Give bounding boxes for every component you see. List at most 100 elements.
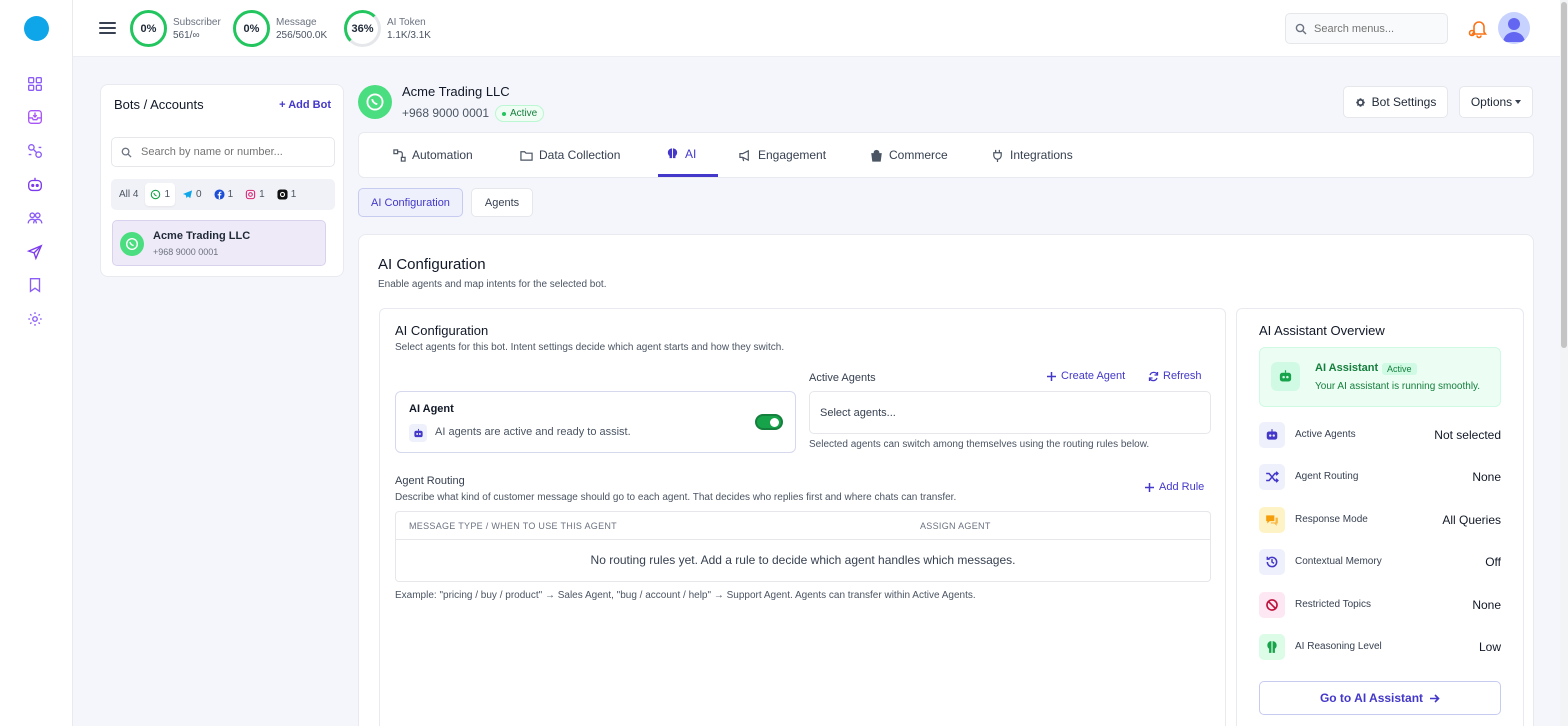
- stat-value: 561/∞: [173, 29, 200, 41]
- stat-label: Message: [276, 16, 317, 28]
- create-agent-button[interactable]: Create Agent: [1046, 370, 1125, 382]
- active-agents-label: Active Agents: [809, 372, 876, 384]
- page-scrollbar[interactable]: [1560, 0, 1568, 726]
- stat-message: 0% Message 256/500.0K: [233, 10, 327, 47]
- flow-icon[interactable]: [25, 141, 45, 161]
- whatsapp-icon: [120, 232, 144, 256]
- filter-all[interactable]: All 4: [114, 183, 143, 206]
- tab-commerce[interactable]: Commerce: [862, 133, 956, 177]
- filter-facebook[interactable]: 1: [209, 183, 239, 206]
- stat-label: AI Token: [387, 16, 426, 28]
- settings-icon[interactable]: [25, 309, 45, 329]
- subscriber-progress-ring: 0%: [130, 10, 167, 47]
- status-badge: Active: [495, 105, 545, 122]
- agent-routing-label: Agent Routing: [395, 475, 465, 487]
- robot-icon: [1271, 362, 1300, 391]
- filter-whatsapp[interactable]: 1: [145, 183, 176, 206]
- app-logo[interactable]: [24, 16, 49, 41]
- config-panel: AI Configuration Select agents for this …: [379, 308, 1226, 726]
- bot-icon[interactable]: [25, 175, 45, 195]
- subtab-agents[interactable]: Agents: [471, 188, 533, 217]
- overview-row-response-mode: Response Mode All Queries: [1259, 507, 1501, 533]
- bot-search-input[interactable]: [141, 146, 321, 158]
- notification-bell-icon[interactable]: [1468, 17, 1488, 39]
- arrow-right-icon: [1430, 693, 1440, 703]
- folder-icon: [520, 150, 533, 161]
- bot-list-item[interactable]: Acme Trading LLC +968 9000 0001: [112, 220, 326, 266]
- tab-data-collection[interactable]: Data Collection: [512, 133, 628, 177]
- add-bot-label: Add Bot: [288, 99, 331, 111]
- telegram-icon: [182, 190, 193, 199]
- inbox-icon[interactable]: [25, 107, 45, 127]
- overview-row-agent-routing: Agent Routing None: [1259, 464, 1501, 490]
- caret-down-icon: [1515, 100, 1522, 104]
- filter-telegram[interactable]: 0: [177, 183, 207, 206]
- bookmark-icon[interactable]: [25, 275, 45, 295]
- filter-threads[interactable]: 1: [272, 183, 302, 206]
- robot-icon: [1259, 422, 1285, 448]
- plus-icon: [1047, 371, 1056, 381]
- tab-ai[interactable]: AI: [658, 133, 718, 177]
- scrollbar-thumb[interactable]: [1561, 2, 1567, 348]
- overview-title: AI Assistant Overview: [1259, 323, 1385, 338]
- ai-configuration-card: AI Configuration Enable agents and map i…: [358, 234, 1534, 726]
- bots-panel-title: Bots / Accounts: [114, 97, 204, 112]
- gear-icon: [1355, 97, 1365, 107]
- plus-icon: [1145, 482, 1154, 492]
- menu-search-input[interactable]: [1314, 22, 1444, 35]
- agents-select-hint: Selected agents can switch among themsel…: [809, 439, 1150, 450]
- go-to-ai-assistant-button[interactable]: Go to AI Assistant: [1259, 681, 1501, 715]
- menu-toggle-icon[interactable]: [99, 19, 116, 37]
- user-avatar[interactable]: [1498, 12, 1530, 44]
- bot-search[interactable]: [111, 137, 335, 167]
- add-rule-button[interactable]: Add Rule: [1144, 481, 1204, 493]
- assistant-status-title: AI Assistant: [1315, 362, 1379, 374]
- stat-subscriber: 0% Subscriber 561/∞: [130, 10, 221, 47]
- megaphone-icon: [739, 149, 749, 161]
- overview-row-ai-reasoning-level: AI Reasoning Level Low: [1259, 634, 1501, 660]
- filter-instagram[interactable]: 1: [240, 183, 270, 206]
- dashboard-icon[interactable]: [25, 74, 45, 94]
- stat-value: 1.1K/3.1K: [387, 29, 431, 41]
- users-icon[interactable]: [25, 208, 45, 228]
- feature-tabs: Automation Data Collection AI Engagement…: [358, 132, 1534, 178]
- bot-settings-button[interactable]: Bot Settings: [1343, 86, 1448, 118]
- options-label: Options: [1470, 95, 1513, 109]
- ai-agent-card: AI Agent AI agents are active and ready …: [395, 391, 796, 453]
- section-title: AI Configuration: [378, 256, 486, 273]
- automation-icon: [393, 148, 406, 162]
- ai-assistant-overview: AI Assistant Overview AI Assistant Activ…: [1236, 308, 1524, 726]
- add-bot-button[interactable]: + Add Bot: [279, 99, 331, 111]
- routing-example: Example: "pricing / buy / product" → Sal…: [395, 590, 976, 601]
- menu-search[interactable]: [1285, 13, 1448, 44]
- tab-automation[interactable]: Automation: [385, 133, 481, 177]
- agents-select[interactable]: Select agents...: [809, 391, 1211, 434]
- facebook-icon: [214, 189, 225, 200]
- subtab-ai-configuration[interactable]: AI Configuration: [358, 188, 463, 217]
- routing-table: MESSAGE TYPE / WHEN TO USE THIS AGENT AS…: [395, 511, 1211, 582]
- history-icon: [1259, 549, 1285, 575]
- assistant-status-badge: Active: [1382, 363, 1417, 375]
- search-icon: [1295, 23, 1307, 34]
- robot-icon: [409, 424, 427, 442]
- sidebar: [0, 0, 73, 726]
- options-dropdown[interactable]: Options: [1459, 86, 1533, 118]
- assistant-status-desc: Your AI assistant is running smoothly.: [1315, 381, 1481, 392]
- send-icon[interactable]: [25, 242, 45, 262]
- routing-table-header: MESSAGE TYPE / WHEN TO USE THIS AGENT AS…: [396, 512, 1210, 540]
- shuffle-icon: [1259, 464, 1285, 490]
- tab-engagement[interactable]: Engagement: [731, 133, 834, 177]
- bots-panel: Bots / Accounts + Add Bot All 4 1 0 1 1 …: [100, 84, 344, 277]
- section-subtitle: Enable agents and map intents for the se…: [378, 279, 607, 290]
- message-progress-ring: 0%: [233, 10, 270, 47]
- tab-integrations[interactable]: Integrations: [983, 133, 1081, 177]
- refresh-button[interactable]: Refresh: [1148, 370, 1202, 382]
- column-message-type: MESSAGE TYPE / WHEN TO USE THIS AGENT: [409, 521, 617, 531]
- stat-value: 256/500.0K: [276, 29, 328, 41]
- whatsapp-icon: [151, 189, 161, 200]
- refresh-icon: [1148, 371, 1159, 381]
- brain-icon: [1259, 634, 1285, 660]
- ban-icon: [1259, 592, 1285, 618]
- ai-agent-toggle[interactable]: [755, 414, 783, 430]
- config-subtitle: Select agents for this bot. Intent setti…: [395, 342, 785, 353]
